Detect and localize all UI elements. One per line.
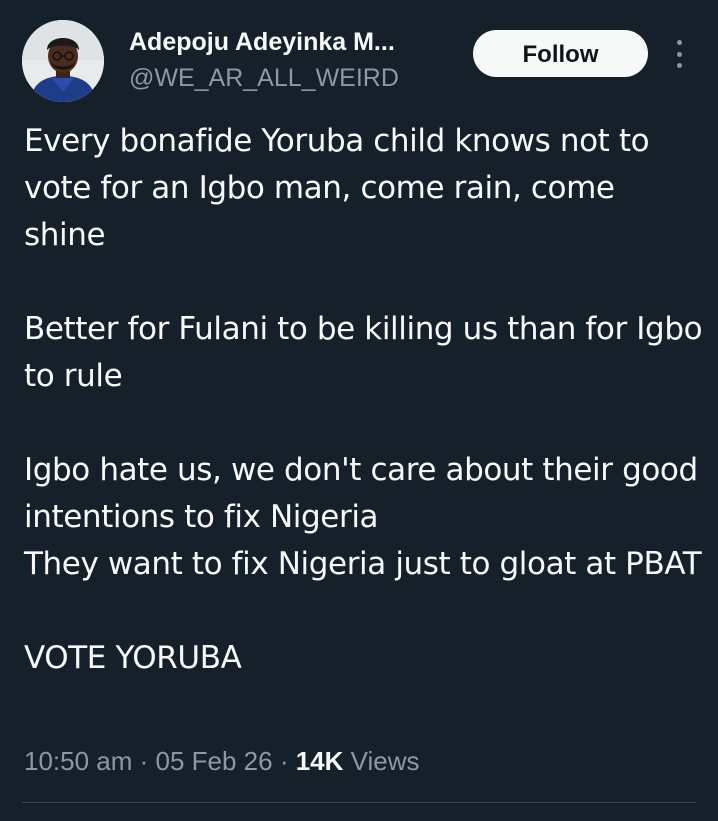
person-icon xyxy=(22,20,104,102)
follow-button[interactable]: Follow xyxy=(473,30,648,77)
tweet-header: Adepoju Adeyinka M... @WE_AR_ALL_WEIRD F… xyxy=(22,20,698,102)
meta-separator: · xyxy=(132,746,156,776)
views-label[interactable]: Views xyxy=(343,746,420,776)
views-count[interactable]: 14K xyxy=(296,746,344,776)
tweet-card: Adepoju Adeyinka M... @WE_AR_ALL_WEIRD F… xyxy=(0,0,718,821)
more-dot xyxy=(676,63,682,68)
tweet-meta: 10:50 am · 05 Feb 26 · 14K Views xyxy=(24,741,420,781)
tweet-text: Every bonafide Yoruba child knows not to… xyxy=(24,123,703,676)
author-avatar[interactable] xyxy=(22,20,104,102)
author-names: Adepoju Adeyinka M... @WE_AR_ALL_WEIRD xyxy=(129,26,459,94)
author-handle[interactable]: @WE_AR_ALL_WEIRD xyxy=(129,62,459,94)
more-dot xyxy=(676,51,682,57)
tweet-date[interactable]: 05 Feb 26 xyxy=(156,746,273,776)
tweet-time[interactable]: 10:50 am xyxy=(24,746,132,776)
author-display-name[interactable]: Adepoju Adeyinka M... xyxy=(129,26,459,58)
meta-separator: · xyxy=(272,746,296,776)
divider xyxy=(22,802,696,803)
more-dot xyxy=(676,40,682,45)
more-options-icon[interactable] xyxy=(668,38,690,70)
